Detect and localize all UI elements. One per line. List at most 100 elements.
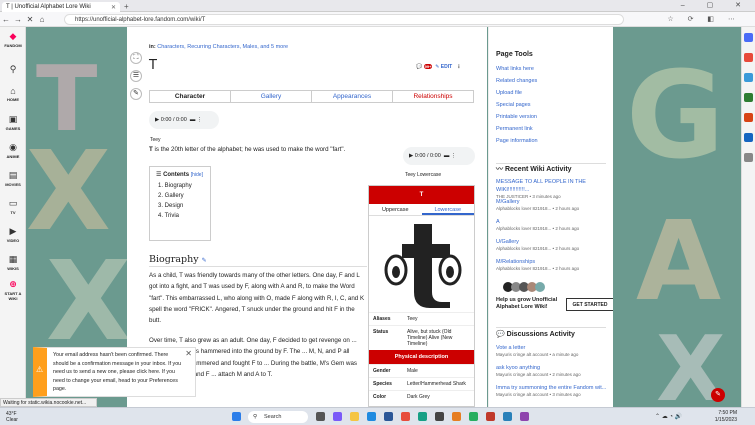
tool-link[interactable]: Upload file [496, 87, 538, 99]
toc-item[interactable]: 1. Biography [158, 183, 204, 189]
tab-relationships[interactable]: Relationships [393, 91, 473, 102]
rail-movies[interactable]: ▤ MOVIES [0, 170, 26, 187]
close-load-icon[interactable]: ✕ [24, 15, 36, 24]
volume-slider[interactable]: ▬ [444, 153, 450, 159]
activity-link[interactable]: U/Gallery [496, 238, 611, 246]
home-browser-icon[interactable]: ⌂ [36, 15, 48, 24]
sidebar-app-icon[interactable] [744, 113, 753, 122]
edit-pencil-icon[interactable]: ✎ [130, 88, 142, 100]
windows-taskbar: 43°F Clear ⚲ Search ⌃ ☁ ◔ 🔊 7:50 PM 1/15/20… [0, 407, 755, 425]
sidebar-app-icon[interactable] [744, 33, 753, 42]
activity-link[interactable]: A [496, 218, 611, 226]
url-input[interactable]: https://unofficial-alphabet-lore.fandom.… [64, 14, 624, 25]
tool-link[interactable]: Printable version [496, 111, 538, 123]
rail-home[interactable]: ⌂ HOME [0, 86, 26, 102]
tab-character[interactable]: Character [150, 91, 231, 102]
store-icon[interactable] [384, 412, 393, 421]
fandom-logo[interactable]: ◆ FANDOM [0, 31, 26, 48]
toc-item[interactable]: 2. Gallery [158, 193, 204, 199]
discussions-icon: 💬 [496, 331, 505, 338]
rail-games[interactable]: ▣ GAMES [0, 114, 26, 131]
tool-link[interactable]: What links here [496, 63, 538, 75]
audio-player[interactable]: ▶ 0:00 / 0:00 ▬ ⋮ [149, 111, 219, 129]
more-icon[interactable]: ⋮ [451, 153, 457, 159]
toc-item[interactable]: 3. Design [158, 203, 204, 209]
tab-uppercase[interactable]: Uppercase [369, 204, 422, 215]
rail-wikis[interactable]: ▦ WIKIS [0, 254, 26, 271]
toc-toggle-icon[interactable]: ☰ [130, 70, 142, 82]
avatar[interactable] [535, 282, 545, 292]
rail-anime[interactable]: ◉ ANIME [0, 142, 26, 159]
activity-link[interactable]: M/Gallery [496, 198, 611, 206]
activity-link[interactable]: MESSAGE TO ALL PEOPLE IN THE WIKI!!!!!!!… [496, 178, 611, 194]
edit-section-icon[interactable]: ✎ [202, 257, 207, 264]
rail-start-wiki[interactable]: ⊕ START A WIKI [0, 279, 26, 301]
sidebar-add-icon[interactable] [744, 153, 753, 162]
app-icon[interactable] [520, 412, 529, 421]
window-controls[interactable]: – ▢ ✕ [681, 1, 751, 9]
close-icon[interactable]: ✕ [185, 349, 192, 359]
discussion-link[interactable]: Imma try summoning the entire Fandom wit… [496, 384, 611, 392]
edge-icon[interactable] [367, 412, 376, 421]
infobox-title: T [369, 186, 474, 204]
character-image[interactable] [369, 216, 474, 312]
sidebar-app-icon[interactable] [744, 133, 753, 142]
search-icon[interactable]: ⚲ [0, 64, 26, 76]
sidebar-app-icon[interactable] [744, 93, 753, 102]
app-icon[interactable] [452, 412, 461, 421]
edit-fab-icon[interactable]: ✎ [711, 388, 725, 402]
toc-hide-link[interactable]: [hide] [191, 172, 203, 178]
tool-link[interactable]: Special pages [496, 99, 538, 111]
new-tab-icon[interactable]: + [124, 2, 129, 11]
clock[interactable]: 7:50 PM 1/15/2023 [715, 410, 737, 424]
app-icon[interactable] [333, 412, 342, 421]
discussion-link[interactable]: ask kyoo anything [496, 364, 611, 372]
tab-lowercase[interactable]: Lowercase [421, 204, 474, 215]
edit-button[interactable]: ✎ EDIT [435, 64, 452, 70]
more-actions-icon[interactable]: ⋮ [456, 64, 461, 70]
activity-link[interactable]: M/Relationships [496, 258, 611, 266]
app-icon[interactable] [401, 412, 410, 421]
start-icon[interactable] [232, 412, 241, 421]
tool-link[interactable]: Page information [496, 135, 538, 147]
audio-player-lowercase[interactable]: ▶ 0:00 / 0:00 ▬ ⋮ [403, 147, 475, 165]
rail-tv[interactable]: ▭ TV [0, 198, 26, 215]
explorer-icon[interactable] [350, 412, 359, 421]
play-icon[interactable]: ▶ [155, 117, 159, 123]
list-icon: ☰ [156, 172, 162, 178]
forward-icon[interactable]: → [12, 15, 24, 24]
tab-gallery[interactable]: Gallery [231, 91, 312, 102]
toc-item[interactable]: 4. Trivia [158, 213, 204, 219]
sidebar-app-icon[interactable] [744, 53, 753, 62]
close-tab-icon[interactable]: ✕ [111, 4, 116, 11]
weather-widget[interactable]: 43°F Clear [6, 411, 18, 423]
tray-icons[interactable]: ⌃ ☁ ◔ 🔊 [655, 413, 682, 420]
section-heading: Biography ✎ [149, 254, 207, 265]
expand-icon[interactable]: ⛶ [130, 52, 142, 64]
tool-link[interactable]: Permanent link [496, 123, 538, 135]
browser-tab[interactable]: T | Unofficial Alphabet Lore Wiki ✕ [2, 2, 120, 12]
tab-appearances[interactable]: Appearances [312, 91, 393, 102]
discussion-link[interactable]: Vote a letter [496, 344, 611, 352]
more-icon[interactable]: ⋮ [197, 117, 203, 123]
volume-slider[interactable]: ▬ [190, 117, 196, 123]
app-icon[interactable] [418, 412, 427, 421]
browser-tools[interactable]: ☆ ⟳ ◧ ⋯ [667, 15, 741, 23]
category-links[interactable]: Characters, Recurring Characters, Males, [157, 44, 258, 50]
discussion-meta: Mayuris cringe alt account • 3 minutes a… [496, 392, 581, 397]
tool-link[interactable]: Related changes [496, 75, 538, 87]
app-icon[interactable] [435, 412, 444, 421]
audio-caption: Teey [150, 137, 161, 143]
comments-icon[interactable]: 💬 [416, 64, 422, 70]
taskview-icon[interactable] [316, 412, 325, 421]
play-icon[interactable]: ▶ [409, 153, 413, 159]
app-icon[interactable] [503, 412, 512, 421]
get-started-button[interactable]: GET STARTED [566, 298, 613, 311]
app-icon[interactable] [486, 412, 495, 421]
back-icon[interactable]: ← [0, 15, 12, 24]
sidebar-app-icon[interactable] [744, 73, 753, 82]
taskbar-search[interactable]: ⚲ Search [248, 411, 308, 423]
rail-video[interactable]: ▶ VIDEO [0, 226, 26, 243]
app-icon[interactable] [469, 412, 478, 421]
more-categories-link[interactable]: and 5 more [260, 44, 288, 50]
